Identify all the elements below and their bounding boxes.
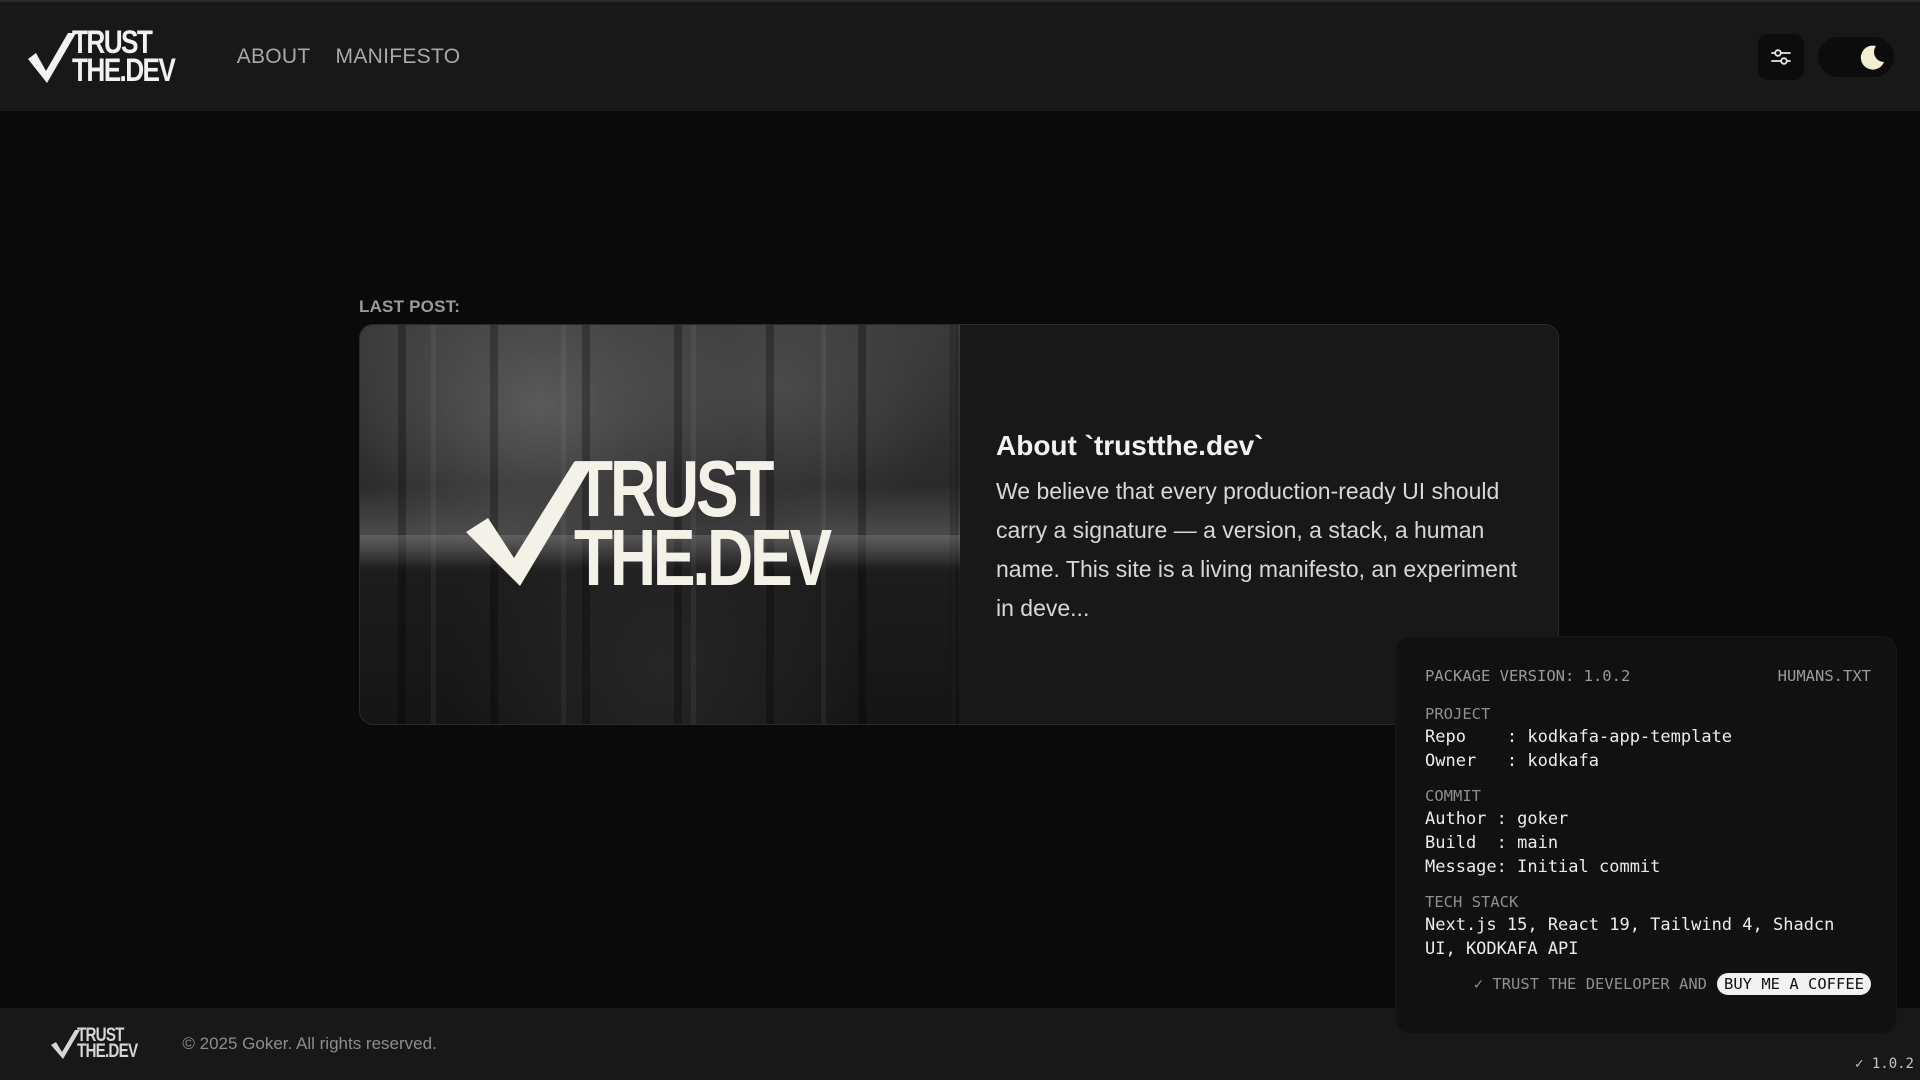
nav-manifesto[interactable]: MANIFESTO [336,45,461,69]
settings-button[interactable] [1758,33,1804,80]
copyright-text: © 2025 Goker. All rights reserved. [182,1034,437,1053]
cover-logo: TRUST THE.DEV [464,449,893,602]
theme-toggle[interactable] [1818,36,1894,77]
moon-icon [1860,45,1884,70]
owner-line: Owner : kodkafa [1425,751,1599,771]
package-version: PACKAGE VERSION: 1.0.2 [1425,667,1631,685]
checkmark-icon [51,1030,80,1059]
trust-developer-text: ✓ TRUST THE DEVELOPER AND [1473,975,1708,993]
panel-footer: ✓ TRUST THE DEVELOPER AND BUY ME A COFFE… [1425,973,1871,995]
checkmark-icon [28,32,76,83]
post-card[interactable]: TRUST THE.DEV About `trustthe.dev` We be… [359,324,1559,725]
tech-section: TECH STACK Next.js 15, React 19, Tailwin… [1425,891,1871,961]
footer-logo-line-2: THE.DEV [77,1041,138,1062]
logo-line-2: THE.DEV [72,51,176,88]
message-line: Message: Initial commit [1425,857,1661,877]
post-excerpt: We believe that every production-ready U… [996,478,1518,621]
site-header: TRUST THE.DEV ABOUT MANIFESTO [0,0,1920,111]
tech-heading: TECH STACK [1425,893,1519,911]
buy-coffee-button[interactable]: BUY ME A COFFEE [1717,973,1871,995]
repo-line: Repo : kodkafa-app-template [1425,727,1733,747]
build-line: Build : main [1425,833,1559,853]
site-logo[interactable]: TRUST THE.DEV [26,26,197,88]
humans-txt-link[interactable]: HUMANS.TXT [1778,667,1871,685]
logo-wordmark: TRUST THE.DEV [72,26,176,88]
tech-stack-text: Next.js 15, React 19, Tailwind 4, Shadcn… [1425,915,1835,959]
cover-logo-wordmark: TRUST THE.DEV [574,449,832,602]
sliders-icon [1771,48,1791,65]
panel-header: PACKAGE VERSION: 1.0.2 HUMANS.TXT [1425,667,1871,685]
footer-logo-wordmark: TRUST THE.DEV [77,1025,138,1062]
commit-section: COMMIT Author : goker Build : main Messa… [1425,785,1871,879]
post-title[interactable]: About `trustthe.dev` [996,430,1522,462]
project-heading: PROJECT [1425,705,1491,723]
version-badge[interactable]: ✓ 1.0.2 [1855,1056,1914,1072]
cover-logo-line-2: THE.DEV [574,512,832,602]
humans-panel: PACKAGE VERSION: 1.0.2 HUMANS.TXT PROJEC… [1396,637,1896,1033]
commit-heading: COMMIT [1425,787,1481,805]
nav-about[interactable]: ABOUT [237,45,311,69]
header-actions [1758,33,1894,80]
post-cover-image: TRUST THE.DEV [360,325,960,724]
main-nav: ABOUT MANIFESTO [237,45,486,69]
author-line: Author : goker [1425,809,1569,829]
project-section: PROJECT Repo : kodkafa-app-template Owne… [1425,703,1871,773]
last-post-label: LAST POST: [359,297,461,316]
footer-logo[interactable]: TRUST THE.DEV [50,1025,152,1062]
